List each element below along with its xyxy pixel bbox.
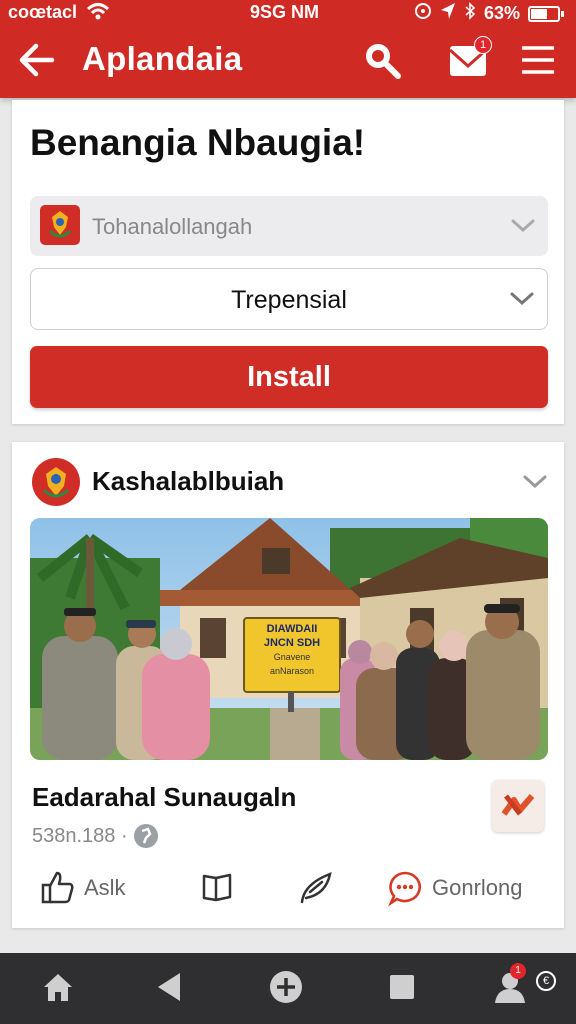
location-icon [440, 2, 456, 25]
alarm-icon [414, 2, 432, 25]
home-button[interactable] [38, 967, 78, 1007]
wifi-icon [86, 2, 110, 27]
triangle-back-icon [158, 973, 180, 1001]
comment-button[interactable]: Gonrlong [386, 866, 523, 910]
chevron-down-icon [510, 292, 534, 306]
book-icon [202, 873, 232, 902]
globe-icon [133, 824, 158, 848]
sign-line-4: anNarason [269, 666, 315, 676]
post-title[interactable]: Eadarahal Sunaugaln [32, 782, 296, 813]
search-button[interactable] [358, 36, 406, 84]
chevron-down-icon [511, 219, 535, 233]
back-button[interactable] [14, 36, 62, 84]
type-select[interactable]: Trepensial [30, 268, 548, 330]
sign-line-1: DIAWDAII [266, 623, 318, 635]
plus-circle-icon [270, 971, 302, 1003]
app-header: coœtacl 9SG NM 63% Aplandaia 1 [0, 0, 576, 98]
org-avatar[interactable] [32, 458, 80, 506]
share-button[interactable] [296, 866, 336, 910]
chat-bubble-icon [388, 871, 421, 907]
bottom-navigation: 1 € [0, 953, 576, 1024]
profile-notification-badge: 1 [510, 963, 526, 979]
carrier-name: coœtacl [8, 2, 78, 22]
org-name[interactable]: Kashalablbuiah [92, 466, 284, 497]
like-button[interactable]: Aslk [40, 866, 126, 910]
clock: 9SG NM [250, 2, 320, 22]
post-card: Kashalablbuiah DIAWDAII JNCN SDH Gnavene… [12, 442, 564, 928]
sign-line-2: JNCN SDH [263, 637, 321, 649]
app-bar: Aplandaia 1 [0, 26, 576, 98]
region-select-value: Tohanalollangah [92, 214, 253, 239]
square-icon [390, 975, 414, 999]
notification-badge: 1 [474, 36, 492, 54]
recents-button[interactable] [382, 967, 422, 1007]
feather-icon [300, 872, 332, 904]
currency-indicator: € [536, 971, 556, 991]
post-meta-text: 538n.188 · [32, 824, 128, 847]
bluetooth-icon [464, 2, 476, 25]
save-button[interactable] [200, 866, 236, 910]
region-select[interactable]: Tohanalollangah [30, 196, 548, 256]
messages-button[interactable]: 1 [444, 34, 492, 82]
home-icon [44, 974, 72, 1001]
post-photo[interactable]: DIAWDAII JNCN SDH Gnavene anNarason [30, 518, 548, 760]
install-button[interactable]: Install [30, 346, 548, 408]
battery-icon [528, 5, 565, 22]
back-nav-button[interactable] [150, 967, 190, 1007]
type-select-value: Trepensial [231, 286, 347, 314]
post-meta: 538n.188 · [32, 824, 158, 848]
battery-percent: 63% [484, 3, 521, 23]
comment-label: Gonrlong [432, 875, 523, 900]
search-icon [366, 44, 401, 79]
app-title: Aplandaia [82, 40, 243, 77]
hamburger-menu-icon [522, 46, 554, 74]
emblem-icon [42, 467, 70, 498]
like-label: Aslk [84, 875, 126, 900]
sign-text: DIAWDAII JNCN SDH Gnavene anNarason [244, 622, 340, 678]
app-logo-icon [501, 794, 535, 816]
thumbs-up-icon [41, 871, 74, 904]
profile-button[interactable]: 1 [490, 963, 530, 1007]
install-card: Benangia Nbaugia! Tohanalollangah Trepen… [12, 100, 564, 424]
page-title: Benangia Nbaugia! [30, 122, 366, 163]
battery-level-fill [531, 8, 548, 19]
menu-button[interactable] [518, 40, 558, 80]
emblem-icon [40, 205, 80, 245]
chevron-down-icon[interactable] [522, 472, 548, 492]
arrow-left-icon [19, 43, 55, 77]
post-actions: Aslk Gonrlong [12, 862, 564, 918]
status-bar: coœtacl 9SG NM 63% [0, 0, 576, 26]
sign-line-3: Gnavene [273, 652, 311, 662]
add-button[interactable] [266, 967, 306, 1007]
share-app-button[interactable] [492, 780, 544, 832]
